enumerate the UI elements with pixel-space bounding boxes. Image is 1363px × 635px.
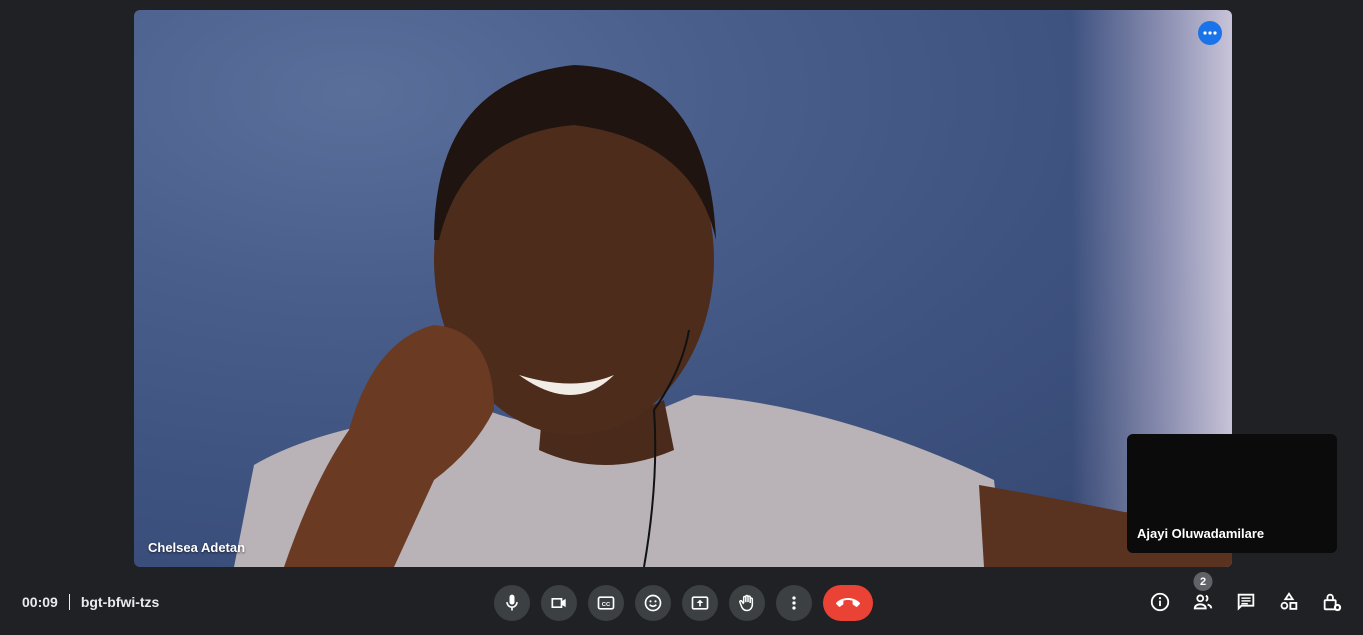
more-options-button[interactable] xyxy=(1198,21,1222,45)
participants-count-badge: 2 xyxy=(1193,572,1213,591)
host-controls-button[interactable] xyxy=(1320,590,1344,614)
self-participant-name: Ajayi Oluwadamilare xyxy=(1137,526,1265,541)
more-options-button[interactable] xyxy=(776,585,812,621)
captions-button[interactable]: CC xyxy=(588,585,624,621)
info-icon xyxy=(1150,592,1170,612)
host-controls-icon xyxy=(1323,593,1342,612)
call-end-icon xyxy=(836,598,860,607)
meeting-time: 00:09 xyxy=(22,594,58,610)
people-icon xyxy=(1193,594,1213,610)
meeting-details-button[interactable] xyxy=(1148,590,1172,614)
divider xyxy=(68,594,70,610)
present-screen-icon xyxy=(691,596,709,610)
videocam-icon xyxy=(551,598,566,608)
activities-button[interactable] xyxy=(1277,590,1301,614)
emoji-icon xyxy=(644,594,662,612)
present-button[interactable] xyxy=(682,585,718,621)
activities-icon xyxy=(1280,592,1298,610)
reactions-button[interactable] xyxy=(635,585,671,621)
meeting-code: bgt-bfwi-tzs xyxy=(80,594,160,610)
participant-name: Chelsea Adetan xyxy=(148,540,246,555)
more-horiz-icon xyxy=(1203,31,1217,35)
hand-icon xyxy=(739,594,754,612)
meeting-info: 00:09 bgt-bfwi-tzs xyxy=(22,594,159,610)
chat-icon xyxy=(1237,593,1255,611)
closed-caption-icon: CC xyxy=(597,596,615,610)
camera-button[interactable] xyxy=(541,585,577,621)
main-video-tile[interactable]: Chelsea Adetan xyxy=(134,10,1232,567)
svg-text:CC: CC xyxy=(602,602,611,608)
mic-icon xyxy=(506,594,518,611)
microphone-button[interactable] xyxy=(494,585,530,621)
more-vert-icon xyxy=(792,596,796,610)
chat-button[interactable] xyxy=(1234,590,1258,614)
side-panel-buttons: 2 xyxy=(1148,572,1344,614)
call-controls: CC xyxy=(494,585,873,621)
self-video-tile[interactable]: Ajayi Oluwadamilare xyxy=(1127,434,1337,553)
leave-call-button[interactable] xyxy=(823,585,873,621)
participants-button[interactable]: 2 xyxy=(1191,572,1215,614)
raise-hand-button[interactable] xyxy=(729,585,765,621)
participant-video xyxy=(234,65,1232,567)
